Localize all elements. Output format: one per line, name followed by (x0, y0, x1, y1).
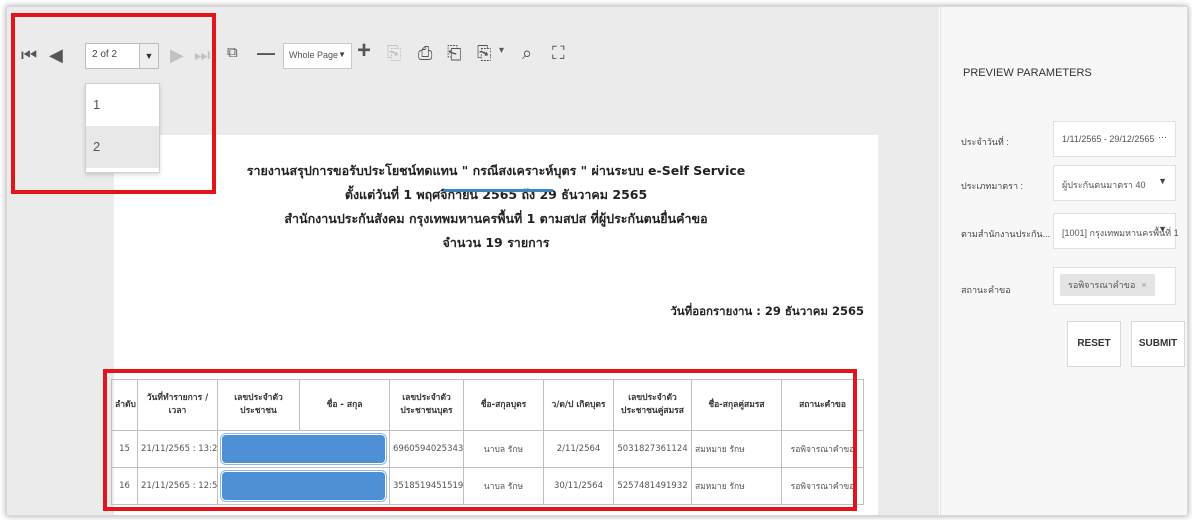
param-date-field[interactable]: 1/11/2565 - 29/12/2565 ··· (1053, 121, 1176, 157)
title-keyword-underline (444, 189, 553, 192)
report-title-line-3: สำนักงานประกันสังคม กรุงเทพมหานครพื้นที่… (284, 211, 708, 226)
status-tag-label: รอพิจารณาคำขอ (1068, 280, 1136, 290)
panel-title: PREVIEW PARAMETERS (963, 67, 1092, 79)
param-office-select[interactable]: [1001] กรุงเทพมหานครพื้นที่ 1 ▼ (1053, 213, 1179, 249)
param-section-value: ผู้ประกันตนมาตรา 40 (1062, 180, 1146, 190)
reset-button[interactable]: RESET (1067, 321, 1121, 367)
export-dropdown-icon[interactable]: ▾ (499, 41, 504, 61)
preview-parameters-panel: PREVIEW PARAMETERS ประจำวันที่ : 1/11/25… (940, 7, 1187, 515)
report-date: วันที่ออกรายงาน : 29 ธันวาคม 2565 (670, 304, 864, 318)
chevron-down-icon[interactable]: ▼ (1158, 176, 1167, 186)
annotation-highlight-page-selector (11, 13, 216, 194)
fullscreen-icon[interactable]: ⛶ (552, 43, 565, 63)
report-viewer-main: ⏮ ◀ 2 of 2 ▼ ▶ ⏭ ⧉ — Whole Page ▼ + ⎘ ⎙ … (7, 7, 939, 515)
param-label-date: ประจำวันที่ : (961, 137, 1009, 147)
zoom-in-icon[interactable]: + (357, 39, 371, 63)
status-tag: รอพิจารณาคำขอ × (1060, 274, 1155, 296)
chevron-down-icon[interactable]: ▼ (1158, 224, 1167, 234)
param-label-status: สถานะคำขอ (961, 285, 1011, 295)
export-icon[interactable]: ⎘ (477, 43, 491, 63)
annotation-highlight-table (103, 369, 857, 511)
zoom-out-icon[interactable]: — (257, 43, 275, 63)
param-label-office: ตามสำนักงานประกัน... (961, 229, 1051, 239)
highlight-editing-icon[interactable]: ⎘ (387, 43, 401, 63)
report-title-line-2: ตั้งแต่วันที่ 1 พฤศจิกายน 2565 ถึง 29 ธั… (344, 187, 648, 202)
chevron-down-icon[interactable]: ▼ (338, 50, 346, 59)
report-viewer-window: ⏮ ◀ 2 of 2 ▼ ▶ ⏭ ⧉ — Whole Page ▼ + ⎘ ⎙ … (6, 6, 1188, 516)
search-icon[interactable]: ⌕ (522, 43, 532, 63)
multi-page-icon[interactable]: ⧉ (227, 43, 238, 63)
remove-tag-icon[interactable]: × (1141, 280, 1146, 290)
print-icon[interactable]: ⎙ (418, 43, 432, 63)
param-section-select[interactable]: ผู้ประกันตนมาตรา 40 ▼ (1053, 165, 1176, 201)
report-title-line-1: รายงานสรุปการขอรับประโยชน์ทดแทน " กรณีสง… (246, 163, 746, 178)
param-label-section: ประเภทมาตรา : (961, 181, 1024, 191)
report-title-line-4: จำนวน 19 รายการ (442, 235, 550, 250)
zoom-select[interactable]: Whole Page ▼ (283, 43, 352, 69)
param-date-value: 1/11/2565 - 29/12/2565 (1062, 134, 1155, 144)
param-status-multiselect[interactable]: รอพิจารณาคำขอ × (1053, 267, 1176, 305)
ellipsis-icon[interactable]: ··· (1158, 132, 1167, 142)
zoom-select-value: Whole Page (289, 50, 339, 60)
print-page-icon[interactable]: ⎗ (447, 43, 461, 63)
submit-button[interactable]: SUBMIT (1131, 321, 1185, 367)
